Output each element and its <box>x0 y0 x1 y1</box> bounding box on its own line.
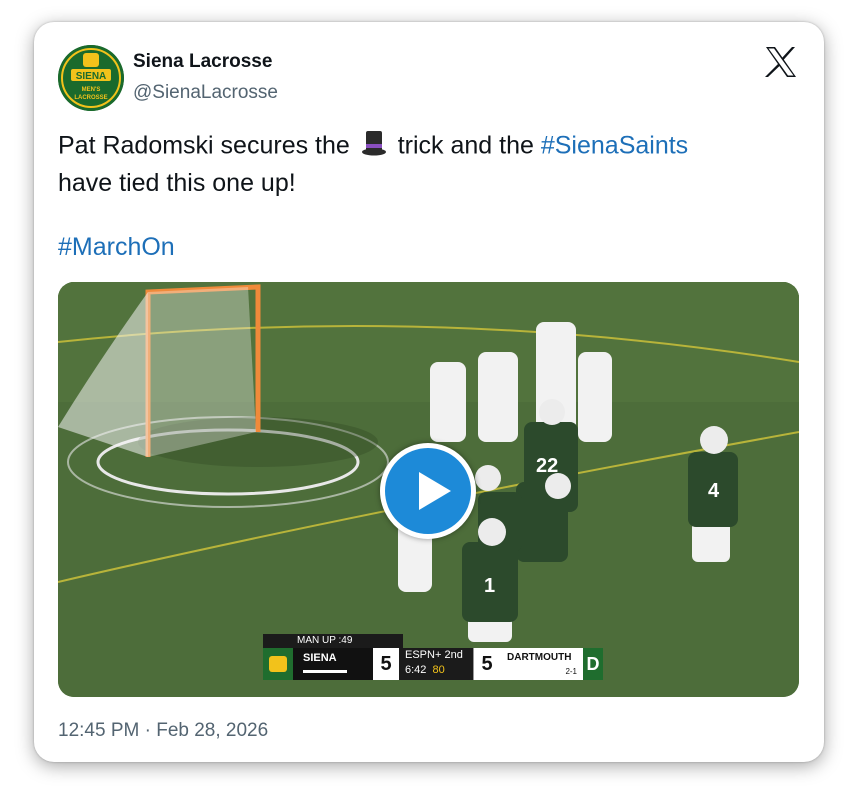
svg-text:1: 1 <box>484 575 495 597</box>
svg-text:LACROSSE: LACROSSE <box>74 95 107 101</box>
tweet-timestamp[interactable]: 12:45 PM · Feb 28, 2026 <box>58 720 268 742</box>
game-clock: ESPN+ 2nd 6:42 80 <box>399 648 473 680</box>
tweet-card: SIENA MEN'S LACROSSE Siena Lacrosse @Sie… <box>34 22 824 762</box>
home-team-name: SIENA <box>293 648 373 680</box>
siena-logo-icon: SIENA MEN'S LACROSSE <box>58 45 124 111</box>
scorebug: MAN UP :49 SIENA 5 ESPN+ 2nd 6:42 80 5 D… <box>263 634 603 680</box>
dartmouth-logo-icon: D <box>583 648 603 680</box>
svg-text:4: 4 <box>708 480 720 502</box>
away-team-record: 2-1 <box>565 667 577 676</box>
hashtag-siena-saints[interactable]: #SienaSaints <box>541 132 688 160</box>
away-team-name: DARTMOUTH <box>507 652 572 663</box>
top-hat-icon <box>361 128 387 166</box>
shot-clock: 80 <box>432 664 445 676</box>
tweet-text-part3: have tied this one up! <box>58 169 296 197</box>
svg-text:SIENA: SIENA <box>76 71 107 82</box>
period-label: 2nd <box>444 649 463 661</box>
tweet-text-part2: trick and the <box>397 131 534 160</box>
home-score: 5 <box>373 648 399 680</box>
tweet-text: Pat Radomski secures the trick and the #… <box>58 128 798 201</box>
author-name[interactable]: Siena Lacrosse <box>133 51 272 73</box>
play-icon[interactable] <box>380 443 476 539</box>
clock-time: 6:42 <box>405 664 427 676</box>
avatar[interactable]: SIENA MEN'S LACROSSE <box>58 45 124 111</box>
svg-text:MEN'S: MEN'S <box>82 87 101 93</box>
video-player[interactable]: 22 4 1 MAN UP :49 SIENA 5 ESPN+ 2nd 6:42… <box>58 282 799 697</box>
siena-team-logo-icon <box>263 648 293 680</box>
away-score: 5 <box>473 648 500 680</box>
network-label: ESPN+ <box>405 649 442 661</box>
author-handle[interactable]: @SienaLacrosse <box>133 82 278 104</box>
x-logo-icon[interactable] <box>764 46 798 78</box>
tweet-text-part1: Pat Radomski secures the <box>58 131 350 160</box>
hashtag-march-on[interactable]: #MarchOn <box>58 230 175 265</box>
man-up-indicator: MAN UP :49 <box>263 634 403 648</box>
away-team: DARTMOUTH 2-1 <box>499 648 583 680</box>
svg-text:22: 22 <box>536 455 558 477</box>
